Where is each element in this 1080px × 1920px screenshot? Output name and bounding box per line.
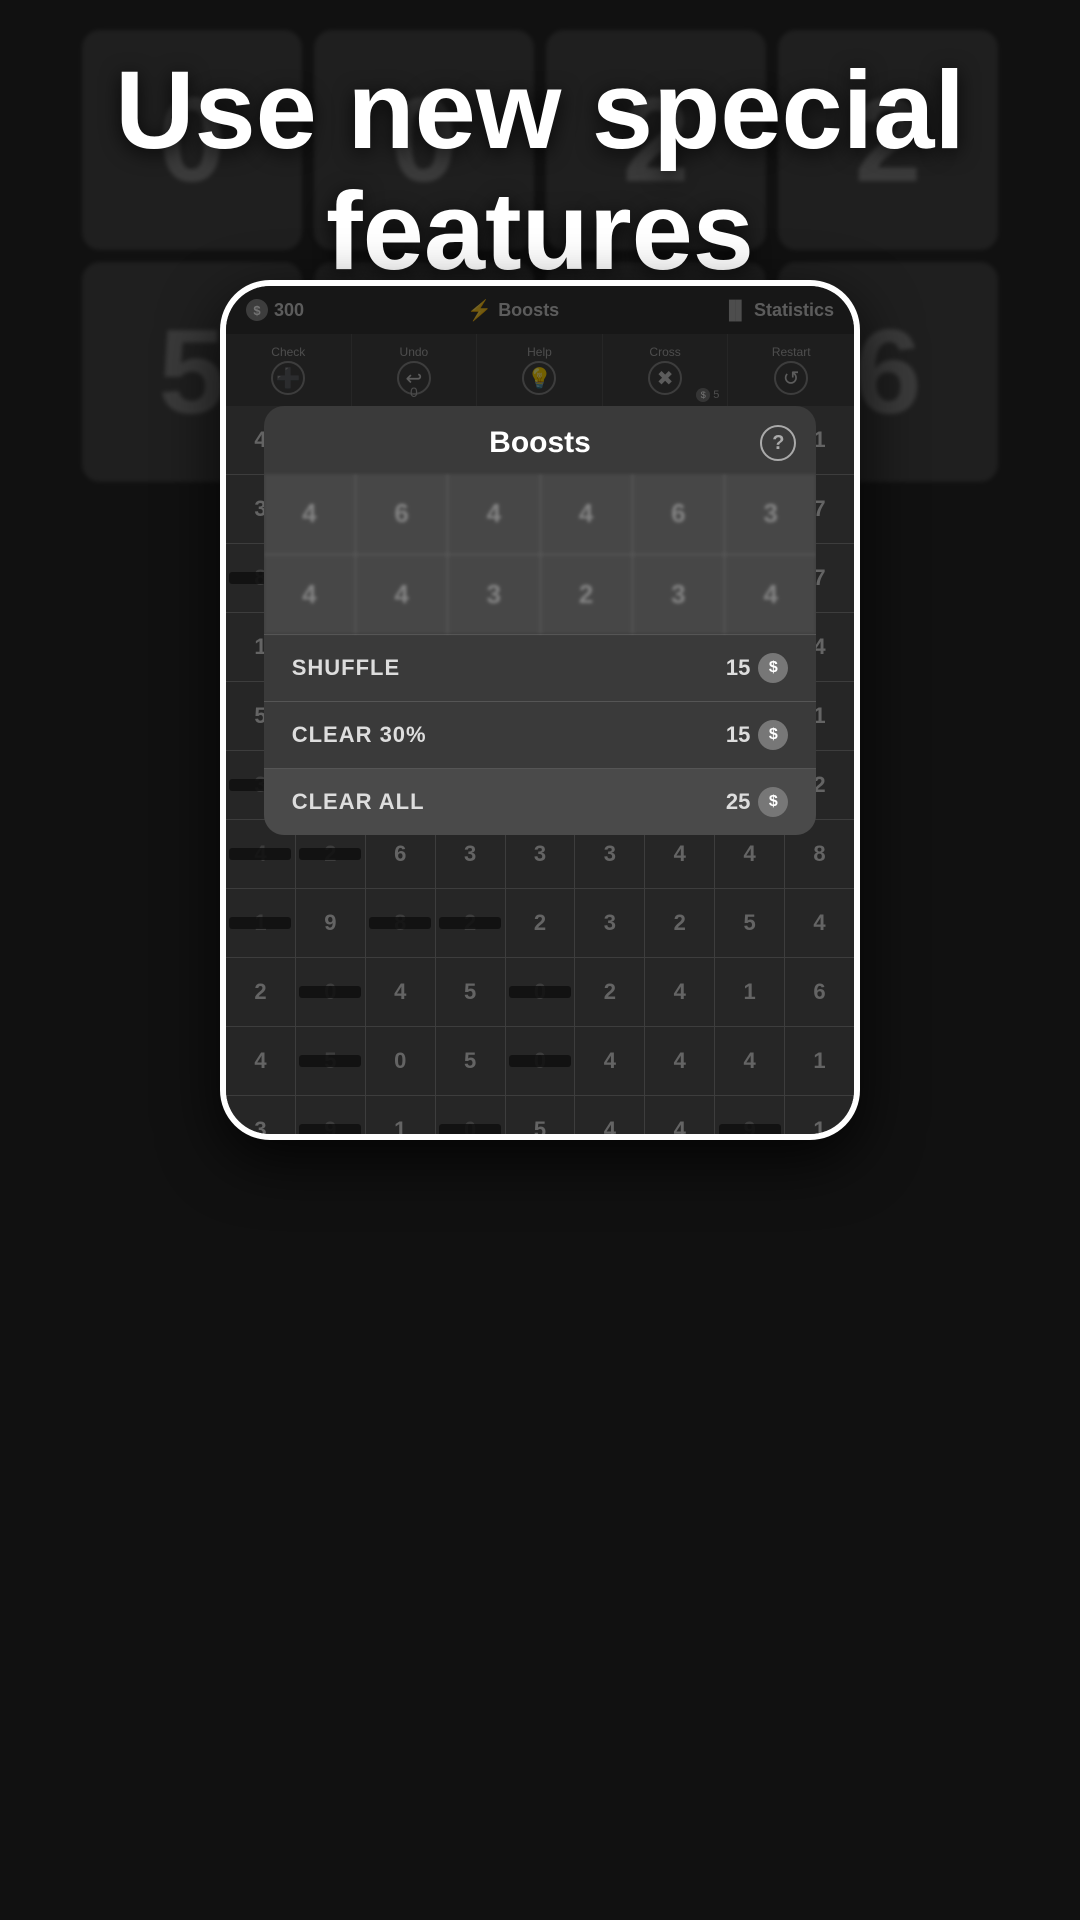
boosts-header: Boosts ? (264, 426, 817, 474)
preview-cell: 6 (633, 474, 724, 554)
clear30-coin-icon: $ (758, 720, 788, 750)
phone-inner: $ 300 ⚡ Boosts ▐▌ Statistics Check ➕ Und… (226, 286, 854, 1134)
boosts-overlay: Boosts ? 464463443234 SHUFFLE 15 $ (226, 286, 854, 1134)
shuffle-cost-value: 15 (726, 655, 750, 681)
preview-cell: 3 (633, 555, 724, 635)
preview-cell: 2 (541, 555, 632, 635)
shuffle-boost-price: 15 $ (726, 653, 788, 683)
clearall-boost-row[interactable]: CLEAR ALL 25 $ (264, 768, 817, 835)
boosts-panel-title: Boosts (489, 426, 591, 460)
phone-frame: $ 300 ⚡ Boosts ▐▌ Statistics Check ➕ Und… (220, 280, 860, 1140)
boosts-panel: Boosts ? 464463443234 SHUFFLE 15 $ (264, 406, 817, 835)
shuffle-boost-row[interactable]: SHUFFLE 15 $ (264, 634, 817, 701)
boosts-help-button[interactable]: ? (760, 425, 796, 461)
help-question-icon: ? (772, 432, 784, 455)
clear30-boost-row[interactable]: CLEAR 30% 15 $ (264, 701, 817, 768)
preview-cell: 4 (264, 474, 355, 554)
preview-cell: 4 (356, 555, 447, 635)
grid-preview: 464463443234 (264, 474, 817, 634)
preview-cell: 4 (541, 474, 632, 554)
preview-cell: 4 (448, 474, 539, 554)
clear30-cost-value: 15 (726, 722, 750, 748)
hero-section: Use new special features (0, 50, 1080, 292)
clear30-boost-name: CLEAR 30% (292, 722, 427, 748)
shuffle-boost-name: SHUFFLE (292, 655, 400, 681)
preview-cell: 4 (264, 555, 355, 635)
clearall-boost-name: CLEAR ALL (292, 789, 425, 815)
clearall-cost-value: 25 (726, 789, 750, 815)
preview-cell: 3 (448, 555, 539, 635)
clear30-boost-price: 15 $ (726, 720, 788, 750)
preview-cell: 3 (725, 474, 816, 554)
shuffle-coin-icon: $ (758, 653, 788, 683)
preview-cell: 4 (725, 555, 816, 635)
preview-cell: 6 (356, 474, 447, 554)
clearall-coin-icon: $ (758, 787, 788, 817)
clearall-boost-price: 25 $ (726, 787, 788, 817)
preview-grid-inner: 464463443234 (264, 474, 817, 634)
hero-title: Use new special features (60, 50, 1020, 292)
